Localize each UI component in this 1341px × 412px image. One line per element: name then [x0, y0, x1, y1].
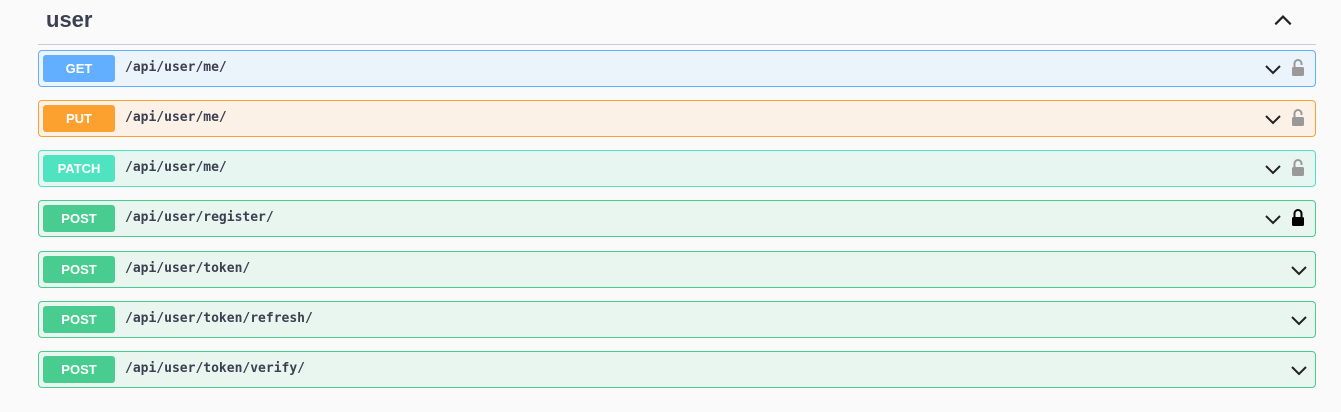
unlocked-padlock-icon[interactable]	[1291, 108, 1305, 128]
chevron-down-icon[interactable]	[1289, 360, 1309, 380]
operation-path: /api/user/me/	[125, 160, 227, 175]
operation-path: /api/user/register/	[125, 210, 274, 225]
method-badge: POST	[43, 256, 115, 283]
method-badge: PATCH	[43, 155, 115, 182]
operation-post-user-token[interactable]: POST /api/user/token/	[38, 251, 1316, 288]
chevron-down-icon[interactable]	[1289, 310, 1309, 330]
operation-path: /api/user/token/refresh/	[125, 311, 313, 326]
method-badge: POST	[43, 356, 115, 383]
section-header[interactable]: user	[38, 0, 1316, 45]
chevron-down-icon[interactable]	[1263, 109, 1283, 129]
chevron-up-icon[interactable]	[1272, 10, 1294, 32]
operation-post-user-token-verify[interactable]: POST /api/user/token/verify/	[38, 351, 1316, 388]
method-badge: PUT	[43, 105, 115, 132]
operation-get-user-me[interactable]: GET /api/user/me/	[38, 50, 1316, 87]
operation-post-user-register[interactable]: POST /api/user/register/	[38, 200, 1316, 237]
chevron-down-icon[interactable]	[1263, 159, 1283, 179]
operation-path: /api/user/token/verify/	[125, 361, 306, 376]
operation-path: /api/user/me/	[125, 60, 227, 75]
operation-put-user-me[interactable]: PUT /api/user/me/	[38, 100, 1316, 137]
method-badge: GET	[43, 55, 115, 82]
unlocked-padlock-icon[interactable]	[1291, 58, 1305, 78]
chevron-down-icon[interactable]	[1263, 59, 1283, 79]
operation-path: /api/user/me/	[125, 110, 227, 125]
unlocked-padlock-icon[interactable]	[1291, 158, 1305, 178]
operation-path: /api/user/token/	[125, 261, 251, 276]
operation-patch-user-me[interactable]: PATCH /api/user/me/	[38, 150, 1316, 187]
method-badge: POST	[43, 205, 115, 232]
section-title: user	[46, 7, 93, 32]
chevron-down-icon[interactable]	[1289, 260, 1309, 280]
operation-post-user-token-refresh[interactable]: POST /api/user/token/refresh/	[38, 301, 1316, 338]
method-badge: POST	[43, 306, 115, 333]
locked-padlock-icon[interactable]	[1291, 208, 1305, 228]
chevron-down-icon[interactable]	[1263, 209, 1283, 229]
